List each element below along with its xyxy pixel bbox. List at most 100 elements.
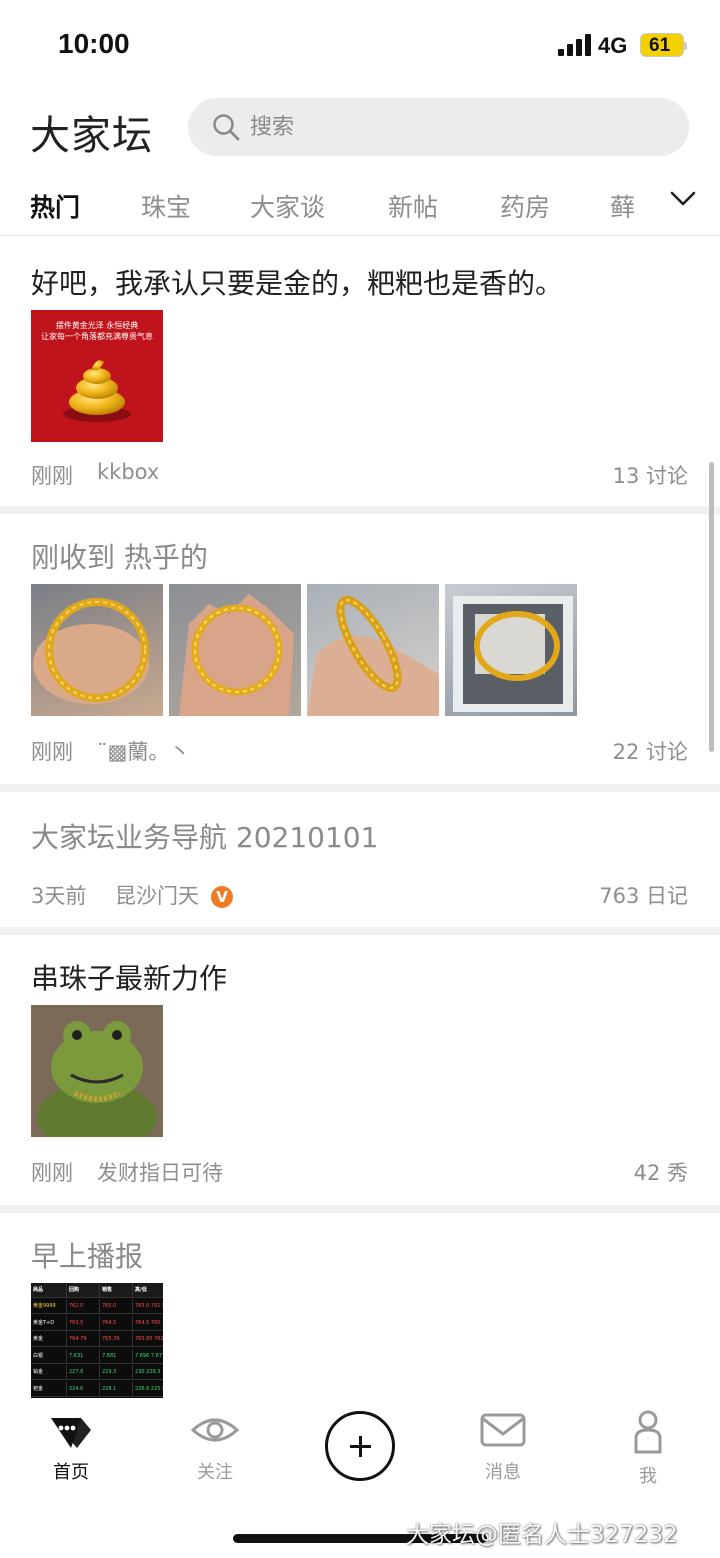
post-thumbnail[interactable]: 商品 回购 销售 高/低 黄金9999 762.0 765.0 763.0 761.5 黄金T+… (31, 1283, 163, 1415)
post-feed: 好吧，我承认只要是金的，粑粑也是香的。 摆件黄金光泽 永恒经典 让家每一个角落都… (0, 238, 720, 1415)
price-table-cell: 224.6 (66, 1381, 97, 1397)
price-table-cell: 钯金 (33, 1385, 44, 1392)
chevron-down-icon (670, 191, 696, 206)
price-table-cell: 白银 (33, 1352, 44, 1359)
price-table-cell: 763.5 (66, 1315, 97, 1331)
price-table-cell: 765.0 (99, 1299, 130, 1314)
create-post-button[interactable] (325, 1411, 395, 1481)
eye-icon (190, 1418, 240, 1442)
verified-badge-icon: V (211, 886, 233, 908)
nav-label: 我 (639, 1466, 657, 1487)
post-title[interactable]: 好吧，我承认只要是金的，粑粑也是香的。 (31, 262, 563, 302)
mail-icon (480, 1413, 526, 1447)
nav-me[interactable]: 我 (598, 1410, 698, 1488)
battery-icon: 61 (640, 33, 687, 57)
price-table-cell: 7.631 (66, 1348, 97, 1364)
post-time: 3天前 (31, 884, 87, 908)
app-header: 大家坛 (0, 95, 720, 161)
nav-follow[interactable]: 关注 (165, 1410, 265, 1484)
price-table-row: 白银 7.631 7.681 7.696 7.677 (31, 1348, 163, 1364)
price-table-cell: 黄金9999 (33, 1303, 56, 1309)
gold-ornament-image (63, 360, 131, 422)
nav-messages[interactable]: 消息 (453, 1410, 553, 1484)
nav-label: 消息 (485, 1462, 521, 1483)
price-table-cell: 226.6 225.9 (132, 1381, 163, 1397)
price-table-cell: 230 229.3 (132, 1365, 163, 1380)
price-table-header: 商品 回购 销售 高/低 (31, 1283, 163, 1298)
post-author[interactable]: ¨▩蘭。丶 (97, 736, 190, 766)
search-icon (212, 113, 240, 145)
post-comment-count: 763 日记 (599, 884, 688, 908)
nav-label: 关注 (197, 1462, 233, 1483)
price-table-cell: 765.39 (99, 1332, 130, 1347)
feed-scrollbar[interactable] (709, 462, 714, 752)
price-table-cell: 227.8 (66, 1365, 97, 1380)
post-card[interactable]: 好吧，我承认只要是金的，粑粑也是香的。 摆件黄金光泽 永恒经典 让家每一个角落都… (0, 238, 720, 514)
network-type: 4G (598, 33, 628, 58)
price-table-cell: 7.696 7.677 (132, 1348, 163, 1364)
price-table-cell: 229.3 (99, 1365, 130, 1380)
search-input[interactable] (250, 108, 650, 146)
post-card[interactable]: 串珠子最新力作 刚刚 发财指日可待 42 秀 (0, 935, 720, 1213)
status-bar: 10:00 4G 61 (0, 0, 720, 90)
frog-plush-photo (31, 1005, 163, 1137)
post-comment-count: 42 秀 (633, 1161, 688, 1185)
tabs-expand-button[interactable] (640, 176, 720, 234)
post-author-group[interactable]: 昆沙门天 V (115, 880, 233, 910)
post-thumbnail[interactable] (31, 1005, 163, 1137)
price-table-cell: 黄金T+D (33, 1319, 55, 1326)
post-thumbnail[interactable]: 摆件黄金光泽 永恒经典 让家每一个角落都充满尊贵气息 (31, 310, 163, 442)
price-table-cell: 7.681 (99, 1348, 130, 1364)
post-card[interactable]: 早上播报 商品 回购 销售 高/低 黄金9999 762.0 765.0 763.0 761.… (0, 1213, 720, 1415)
bangle-photo (33, 598, 149, 704)
bangle-photo (179, 594, 294, 716)
price-table-row: 黄金T+D 763.5764.5764.5 760.79 (31, 1315, 163, 1331)
price-table-cell: 226.1 (99, 1381, 130, 1397)
battery-level: 61 (649, 35, 671, 56)
post-thumbnail[interactable] (445, 584, 577, 716)
tab-pharmacy[interactable]: 药房 (500, 188, 550, 224)
post-comment-count: 22 讨论 (612, 740, 688, 764)
price-table-cell: 764.5 (99, 1315, 130, 1331)
nav-home[interactable]: 首页 (21, 1410, 121, 1484)
post-time: 刚刚 (31, 1161, 73, 1185)
post-thumbnail[interactable] (169, 584, 301, 716)
search-bar[interactable] (188, 98, 689, 156)
post-time: 刚刚 (31, 464, 73, 488)
price-table-cell: 764.79 (66, 1332, 97, 1347)
bottom-nav: 首页 关注 消息 我 大家坛@匿名人士327232 (0, 1398, 720, 1558)
price-table-row: 黄金 764.79765.39765.85 762.92 (31, 1332, 163, 1347)
post-author[interactable]: 昆沙门天 (115, 884, 199, 908)
category-tabs: 热门 珠宝 大家谈 新帖 药房 藓 (0, 176, 720, 236)
post-title[interactable]: 大家坛业务导航 20210101 (31, 816, 378, 856)
price-table-cell: 黄金 (33, 1336, 44, 1342)
post-thumbnail[interactable] (31, 584, 163, 716)
tab-discussion[interactable]: 大家谈 (250, 188, 325, 224)
price-table-cell: 铂金 (33, 1369, 44, 1375)
post-comment-count: 13 讨论 (612, 464, 688, 488)
tab-hot[interactable]: 热门 (30, 188, 80, 224)
price-table-row: 黄金9999 762.0 765.0 763.0 761.5 (31, 1299, 163, 1314)
price-table-cell: 765.85 762.92 (132, 1332, 163, 1347)
watermark: 大家坛@匿名人士327232 (406, 1522, 678, 1548)
post-author[interactable]: 发财指日可待 (97, 1157, 223, 1187)
tab-jewelry[interactable]: 珠宝 (141, 188, 191, 224)
price-table-cell: 762.0 (66, 1299, 97, 1314)
app-logo: 大家坛 (30, 113, 153, 159)
tab-more[interactable]: 藓 (610, 188, 635, 224)
status-time: 10:00 (58, 28, 130, 59)
post-title[interactable]: 串珠子最新力作 (31, 957, 227, 997)
cellular-signal-icon (558, 34, 592, 60)
price-table-row: 钯金 224.6 226.1 226.6 225.9 (31, 1381, 163, 1397)
bangle-photo (307, 595, 439, 716)
post-card[interactable]: 刚收到 热乎的 刚刚 ¨▩蘭。丶 22 讨论 (0, 514, 720, 792)
tab-new-posts[interactable]: 新帖 (388, 188, 438, 224)
post-title[interactable]: 早上播报 (31, 1235, 143, 1275)
post-title[interactable]: 刚收到 热乎的 (31, 536, 208, 576)
post-author[interactable]: kkbox (97, 460, 159, 484)
price-table-cell: 764.5 760.79 (132, 1315, 163, 1331)
price-table-header-cell: 商品 (33, 1287, 44, 1293)
post-card[interactable]: 大家坛业务导航 20210101 3天前 昆沙门天 V 763 日记 (0, 792, 720, 935)
post-thumbnail[interactable] (307, 584, 439, 716)
user-icon (634, 1410, 662, 1454)
